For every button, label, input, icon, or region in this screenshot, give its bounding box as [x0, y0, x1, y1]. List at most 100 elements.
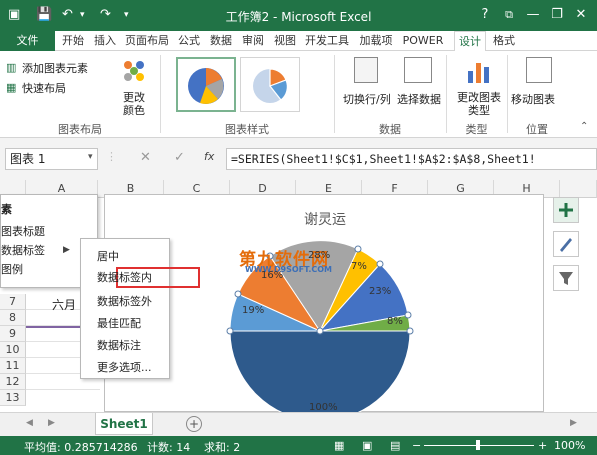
data-label-19[interactable]: 19% — [242, 305, 264, 316]
tab-page-layout[interactable]: 页面布局 — [122, 31, 172, 51]
column-header-i[interactable] — [560, 180, 597, 198]
group-label-layout: 图表布局 — [58, 123, 102, 136]
quick-layout-icon: ▦ — [6, 81, 17, 94]
tab-power[interactable]: POWER — [400, 31, 446, 51]
flyout-item-chart-title[interactable]: 图表标题 — [1, 223, 45, 241]
move-chart-button[interactable]: 移动图表 — [511, 91, 555, 107]
zoom-in-icon[interactable]: + — [538, 439, 547, 452]
insert-function-icon[interactable]: fx — [204, 150, 214, 163]
chart-style-2[interactable] — [240, 57, 300, 112]
name-box[interactable]: 图表 1 — [5, 148, 98, 170]
flyout-item-data-labels[interactable]: 数据标签 — [1, 242, 45, 260]
switch-row-column-button[interactable]: 切换行/列 — [343, 91, 391, 107]
menu-item-more-options[interactable]: 更多选项... — [97, 358, 152, 378]
add-sheet-icon[interactable]: + — [186, 416, 202, 432]
select-data-icon — [404, 57, 432, 83]
data-label-7[interactable]: 7% — [351, 261, 367, 272]
page-break-view-icon[interactable]: ▤ — [390, 439, 400, 452]
help-button[interactable]: ? — [474, 5, 496, 25]
tab-design[interactable]: 设计 — [454, 31, 486, 51]
tab-developer[interactable]: 开发工具 — [302, 31, 352, 51]
tab-insert[interactable]: 插入 — [90, 31, 120, 51]
data-label-28[interactable]: 28% — [308, 250, 330, 261]
tab-format[interactable]: 格式 — [488, 31, 520, 51]
quick-layout-button[interactable]: 快速布局 — [22, 80, 66, 96]
menu-item-data-callout[interactable]: 数据标注 — [97, 336, 141, 356]
gridline — [26, 389, 100, 390]
menu-item-best-fit[interactable]: 最佳匹配 — [97, 314, 141, 334]
enter-icon[interactable]: ✓ — [174, 150, 185, 165]
cancel-icon[interactable]: ✕ — [140, 150, 151, 165]
ribbon: ▥ 添加图表元素 ▦ 快速布局 更改颜色 图表布局 图表样式 切换行/列 选择数… — [0, 51, 597, 138]
row-header-9[interactable]: 9 — [0, 326, 26, 342]
collapse-ribbon-icon[interactable]: ⌃ — [580, 121, 588, 132]
chart-area[interactable]: 谢灵运 第九软件网 WWW.D9SOFT.COM 28% 16% 7% 23% … — [104, 194, 545, 413]
formula-input[interactable]: =SERIES(Sheet1!$C$1,Sheet1!$A$2:$A$8,She… — [226, 148, 597, 170]
change-colors-icon[interactable] — [118, 57, 150, 89]
group-label-location: 位置 — [526, 123, 548, 136]
data-label-16[interactable]: 16% — [261, 270, 283, 281]
sheet-tab-sheet1[interactable]: Sheet1 — [95, 413, 153, 435]
minimize-button[interactable]: — — [522, 5, 544, 25]
ribbon-tabs: 文件 开始 插入 页面布局 公式 数据 审阅 视图 开发工具 加载项 POWER… — [0, 31, 597, 51]
sheet-tabs-bar: ◀ ▶ Sheet1 + ▶ — [0, 412, 597, 436]
formula-bar: 图表 1 ▾ ⋮ ✕ ✓ fx =SERIES(Sheet1!$C$1,Shee… — [0, 138, 597, 180]
data-label-23[interactable]: 23% — [369, 286, 391, 297]
page-layout-view-icon[interactable]: ▣ — [362, 439, 372, 452]
chart-elements-button[interactable] — [553, 197, 579, 223]
status-average: 平均值: 0.285714286 — [24, 441, 138, 454]
tab-addins[interactable]: 加载项 — [354, 31, 398, 51]
tab-review[interactable]: 审阅 — [238, 31, 268, 51]
menu-item-center[interactable]: 居中 — [97, 247, 119, 267]
select-data-button[interactable]: 选择数据 — [397, 91, 441, 107]
chart-styles-button[interactable] — [553, 231, 579, 257]
flyout-header: 素 — [1, 203, 12, 216]
status-count: 计数: 14 — [147, 441, 191, 454]
tab-formulas[interactable]: 公式 — [174, 31, 204, 51]
close-button[interactable]: ✕ — [570, 5, 592, 25]
tab-view[interactable]: 视图 — [270, 31, 300, 51]
chart-style-1[interactable] — [176, 57, 236, 112]
row-header-13[interactable]: 13 — [0, 390, 26, 406]
normal-view-icon[interactable]: ▦ — [334, 439, 344, 452]
ribbon-display-button[interactable]: ⧉ — [498, 5, 520, 25]
scroll-right-icon[interactable]: ▶ — [570, 418, 577, 428]
more-icon: ⋮ — [106, 150, 117, 163]
name-box-dropdown-icon[interactable]: ▾ — [88, 152, 93, 162]
group-label-type: 类型 — [465, 123, 488, 136]
chart-title[interactable]: 谢灵运 — [105, 209, 545, 229]
flyout-item-legend[interactable]: 图例 — [1, 261, 23, 279]
change-chart-type-icon — [466, 57, 492, 83]
zoom-level[interactable]: 100% — [554, 439, 585, 452]
chart-filters-button[interactable] — [553, 265, 579, 291]
group-label-data: 数据 — [379, 123, 401, 136]
row-header-10[interactable]: 10 — [0, 342, 26, 358]
switch-row-column-icon — [354, 57, 378, 83]
data-label-8[interactable]: 8% — [387, 316, 403, 327]
add-chart-element-button[interactable]: 添加图表元素 — [22, 60, 88, 76]
row-header-11[interactable]: 11 — [0, 358, 26, 374]
menu-item-outside-end[interactable]: 数据标签外 — [97, 292, 152, 312]
tab-data[interactable]: 数据 — [206, 31, 236, 51]
pie-slice-100 — [229, 330, 411, 413]
data-labels-submenu: 居中 数据标签内 数据标签外 最佳匹配 数据标注 更多选项... — [80, 238, 200, 379]
row-header-7[interactable]: 7 — [0, 294, 26, 310]
next-sheet-icon[interactable]: ▶ — [48, 418, 55, 428]
change-chart-type-button[interactable]: 更改图表类型 — [456, 91, 502, 117]
status-bar: 平均值: 0.285714286 计数: 14 求和: 2 ▦ ▣ ▤ − + … — [0, 436, 597, 455]
zoom-out-icon[interactable]: − — [412, 439, 421, 452]
tab-file[interactable]: 文件 — [0, 31, 55, 51]
add-element-icon: ▥ — [6, 61, 17, 74]
prev-sheet-icon[interactable]: ◀ — [26, 418, 33, 428]
status-sum: 求和: 2 — [204, 441, 241, 454]
maximize-button[interactable]: ❐ — [546, 5, 568, 25]
tab-home[interactable]: 开始 — [58, 31, 88, 51]
change-colors-button[interactable]: 更改颜色 — [118, 91, 150, 117]
row-header-8[interactable]: 8 — [0, 310, 26, 326]
cell-a7[interactable]: 六月 — [52, 296, 76, 313]
zoom-slider-thumb[interactable] — [476, 440, 480, 450]
menu-item-inside-end[interactable]: 数据标签内 — [97, 268, 152, 288]
move-chart-icon — [526, 57, 552, 83]
title-bar: ▣ 💾 ↶ ▾ ↷ ▾ 工作簿2 - Microsoft Excel ? ⧉ —… — [0, 0, 597, 31]
row-header-12[interactable]: 12 — [0, 374, 26, 390]
